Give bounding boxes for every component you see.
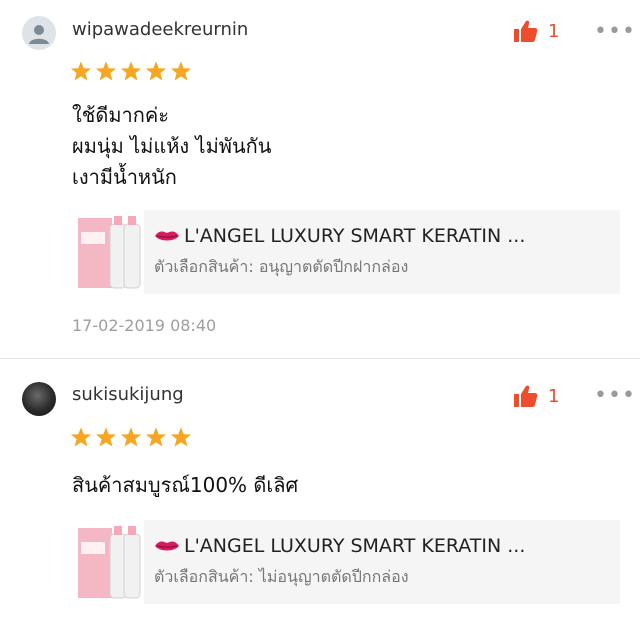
lips-emoji-icon: [155, 230, 179, 240]
product-variant: ตัวเลือกสินค้า: ไม่อนุญาตตัดปีกกล่อง: [154, 566, 409, 586]
like-button[interactable]: 1: [514, 20, 559, 42]
review-comment: ใช้ดีมากค่ะ ผมนุ่ม ไม่แห้ง ไม่พันกัน เงา…: [72, 100, 271, 193]
product-card[interactable]: L'ANGEL LUXURY SMART KERATIN ... ตัวเลือ…: [72, 210, 620, 294]
product-variant: ตัวเลือกสินค้า: อนุญาตตัดปีกฝากล่อง: [154, 256, 409, 276]
avatar[interactable]: [22, 16, 56, 50]
comment-line: ใช้ดีมากค่ะ: [72, 103, 169, 127]
more-dots-icon: •••: [594, 19, 636, 44]
product-thumbnail: [72, 520, 144, 604]
comment-line: เงามีน้ำหนัก: [72, 165, 177, 189]
star-icon: [145, 61, 167, 81]
product-thumbnail: [72, 210, 144, 294]
star-icon: [170, 61, 192, 81]
review-item: wipawadeekreurnin 1 ••• ใช้ดีมากค่ะ ผมนุ…: [0, 0, 640, 360]
star-icon: [170, 427, 192, 447]
avatar[interactable]: [22, 382, 56, 416]
like-button[interactable]: 1: [514, 385, 559, 407]
review-comment: สินค้าสมบูรณ์100% ดีเลิศ: [72, 470, 298, 501]
thumbs-up-icon: [514, 20, 538, 42]
like-count: 1: [548, 20, 560, 42]
review-item: sukisukijung 1 ••• สินค้าสมบูรณ์100% ดีเ…: [0, 360, 640, 625]
product-card[interactable]: L'ANGEL LUXURY SMART KERATIN ... ตัวเลือ…: [72, 520, 620, 604]
more-options-button[interactable]: •••: [594, 385, 636, 407]
more-options-button[interactable]: •••: [594, 21, 636, 43]
star-icon: [120, 61, 142, 81]
divider: [0, 358, 640, 359]
star-icon: [70, 61, 92, 81]
username[interactable]: sukisukijung: [72, 384, 184, 405]
star-icon: [95, 61, 117, 81]
star-icon: [70, 427, 92, 447]
product-name: L'ANGEL LUXURY SMART KERATIN ...: [154, 535, 525, 557]
user-icon: [29, 25, 49, 44]
review-date: 17-02-2019 08:40: [72, 316, 217, 335]
username[interactable]: wipawadeekreurnin: [72, 19, 248, 40]
like-count: 1: [548, 385, 560, 407]
star-icon: [95, 427, 117, 447]
star-rating: [70, 426, 192, 448]
product-name: L'ANGEL LUXURY SMART KERATIN ...: [154, 225, 525, 247]
star-rating: [70, 60, 192, 82]
star-icon: [120, 427, 142, 447]
thumbs-up-icon: [514, 385, 538, 407]
more-dots-icon: •••: [594, 383, 636, 408]
star-icon: [145, 427, 167, 447]
comment-line: ผมนุ่ม ไม่แห้ง ไม่พันกัน: [72, 134, 272, 158]
comment-line: สินค้าสมบูรณ์100% ดีเลิศ: [72, 473, 299, 497]
lips-emoji-icon: [155, 540, 179, 550]
